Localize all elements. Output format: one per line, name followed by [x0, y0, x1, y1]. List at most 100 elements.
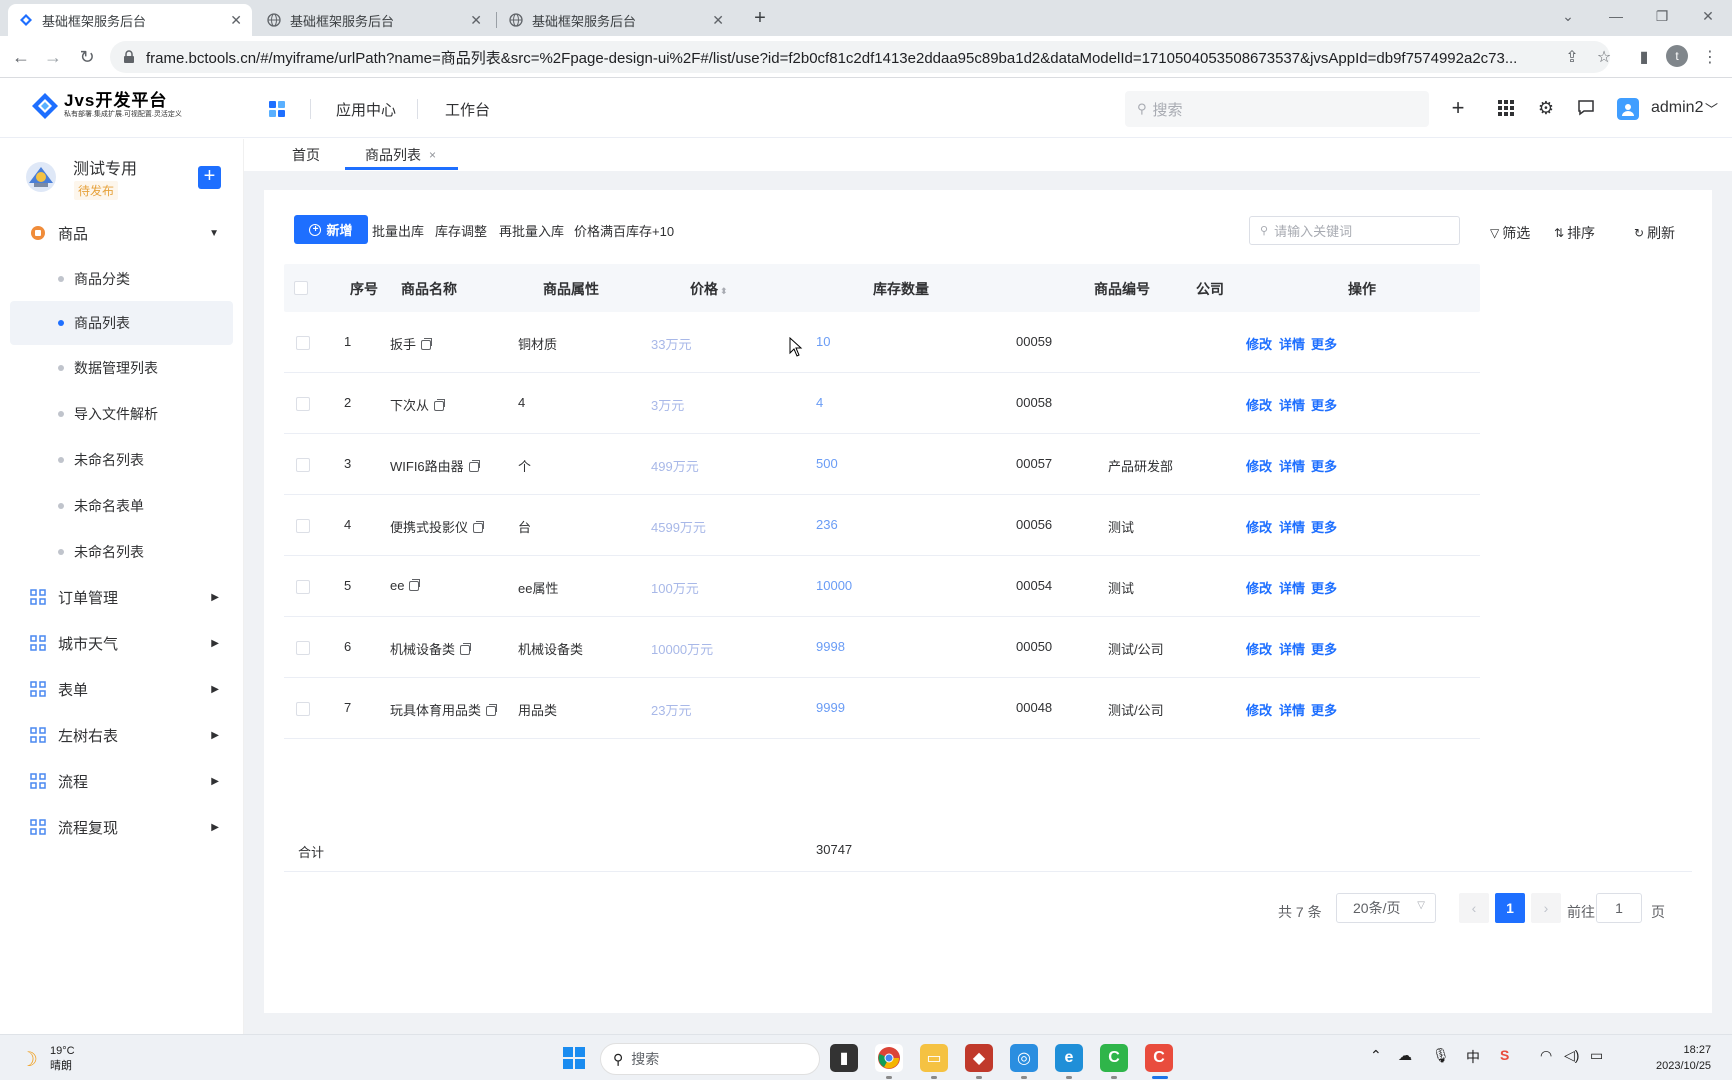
sidebar-item-unnamed-list[interactable]: 未命名列表 [10, 438, 233, 482]
app-switcher-icon[interactable] [268, 100, 286, 118]
reload-icon[interactable]: ↻ [74, 44, 100, 70]
tab-search-icon[interactable]: ⌄ [1554, 4, 1582, 28]
row-checkbox[interactable] [296, 702, 310, 716]
language-indicator[interactable]: 中 [1466, 1047, 1480, 1067]
table-row[interactable]: 3 WIFI6路由器 个 499万元 500 00057 产品研发部 修改 详情 更多 [284, 434, 1480, 495]
menu-item-process[interactable]: 流程 ▶ [10, 759, 233, 803]
windows-start-icon[interactable] [563, 1047, 585, 1069]
copy-icon[interactable] [486, 704, 498, 716]
back-icon[interactable]: ← [8, 44, 34, 70]
batch-outbound-button[interactable]: 批量出库 [372, 221, 424, 240]
header-search-input[interactable]: ⚲ 搜索 [1125, 91, 1429, 127]
page-size-select[interactable]: 20条/页 ▽ [1336, 893, 1436, 923]
row-checkbox[interactable] [296, 580, 310, 594]
table-row[interactable]: 6 机械设备类 机械设备类 10000万元 9998 00050 测试/公司 修改 详情 更多 [284, 617, 1480, 678]
edit-link[interactable]: 修改 [1246, 334, 1272, 353]
copy-icon[interactable] [434, 399, 446, 411]
copy-icon[interactable] [468, 460, 480, 472]
chevron-down-icon[interactable]: ﹀ [1705, 99, 1718, 118]
refresh-button[interactable]: ↻ 刷新 [1634, 223, 1675, 243]
file-explorer-icon[interactable]: ▭ [920, 1044, 948, 1072]
detail-link[interactable]: 详情 [1279, 700, 1305, 719]
tab-goods-list[interactable]: 商品列表 × [365, 145, 436, 165]
tab-home[interactable]: 首页 [292, 145, 320, 165]
weather-widget[interactable]: ☽ 19°C 晴朗 [20, 1044, 75, 1074]
browser-tab-2[interactable]: 基础框架服务后台 ✕ [256, 4, 492, 36]
microphone-icon[interactable]: 🎙 [1432, 1047, 1450, 1064]
table-row[interactable]: 7 玩具体育用品类 用品类 23万元 9999 00048 测试/公司 修改 详情 更多 [284, 678, 1480, 739]
edit-link[interactable]: 修改 [1246, 395, 1272, 414]
message-icon[interactable] [1574, 96, 1598, 120]
menu-item-process-replay[interactable]: 流程复现 ▶ [10, 805, 233, 849]
restore-icon[interactable]: ❐ [1648, 4, 1676, 28]
sidebar-item-goods-list[interactable]: 商品列表 [10, 301, 233, 345]
app-logo[interactable]: Jvs开发平台 私有部署.集成扩展.可视配置.灵活定义 [30, 91, 182, 121]
row-checkbox[interactable] [296, 641, 310, 655]
profile-avatar[interactable]: t [1666, 45, 1688, 67]
filter-button[interactable]: ▽ 筛选 [1490, 223, 1530, 243]
close-tab-icon[interactable]: ✕ [470, 12, 482, 29]
gear-icon[interactable]: ⚙ [1534, 96, 1558, 120]
copy-icon[interactable] [460, 643, 472, 655]
edge-icon[interactable]: e [1055, 1044, 1083, 1072]
volume-icon[interactable]: ◁) [1564, 1047, 1579, 1064]
task-view-icon[interactable]: ▮ [830, 1044, 858, 1072]
nav-app-center[interactable]: 应用中心 [336, 99, 396, 120]
minimize-icon[interactable]: — [1602, 4, 1630, 28]
battery-icon[interactable]: ▭ [1590, 1047, 1603, 1064]
sidebar-item-goods-category[interactable]: 商品分类 [10, 257, 233, 301]
detail-link[interactable]: 详情 [1279, 456, 1305, 475]
more-link[interactable]: 更多 [1311, 395, 1337, 414]
more-link[interactable]: 更多 [1311, 578, 1337, 597]
page-number[interactable]: 1 [1495, 893, 1525, 923]
more-link[interactable]: 更多 [1311, 700, 1337, 719]
next-page-button[interactable]: › [1531, 893, 1561, 923]
row-checkbox[interactable] [296, 397, 310, 411]
more-link[interactable]: 更多 [1311, 456, 1337, 475]
cloud-icon[interactable]: ☁ [1398, 1047, 1412, 1064]
edit-link[interactable]: 修改 [1246, 639, 1272, 658]
more-link[interactable]: 更多 [1311, 334, 1337, 353]
add-button[interactable]: + [198, 166, 221, 189]
chevron-up-icon[interactable]: ⌃ [1370, 1047, 1382, 1064]
nav-workbench[interactable]: 工作台 [445, 99, 490, 120]
detail-link[interactable]: 详情 [1279, 517, 1305, 536]
sidebar-item-unnamed-list-2[interactable]: 未命名列表 [10, 530, 233, 574]
taskbar-search[interactable]: ⚲ 搜索 [600, 1043, 820, 1075]
menu-item-forms[interactable]: 表单 ▶ [10, 667, 233, 711]
recorder-icon[interactable]: C [1145, 1044, 1173, 1072]
menu-item-city-weather[interactable]: 城市天气 ▶ [10, 621, 233, 665]
browser-tab-3[interactable]: 基础框架服务后台 ✕ [498, 4, 734, 36]
table-row[interactable]: 1 扳手 铜材质 33万元 10 00059 修改 详情 更多 [284, 312, 1480, 373]
bookmark-star-icon[interactable]: ☆ [1592, 45, 1616, 69]
side-panel-icon[interactable]: ▮ [1632, 45, 1656, 69]
app-icon[interactable]: ◆ [965, 1044, 993, 1072]
menu-item-goods[interactable]: 商品 ▼ [10, 211, 233, 255]
chat-app-icon[interactable]: ◎ [1010, 1044, 1038, 1072]
add-icon[interactable]: + [1446, 95, 1470, 120]
close-tab-icon[interactable]: ✕ [712, 12, 724, 29]
url-input[interactable]: frame.bctools.cn/#/myiframe/urlPath?name… [110, 41, 1610, 73]
prev-page-button[interactable]: ‹ [1459, 893, 1489, 923]
copy-icon[interactable] [421, 338, 433, 350]
row-checkbox[interactable] [296, 336, 310, 350]
username[interactable]: admin2 [1651, 99, 1703, 117]
copy-icon[interactable] [473, 521, 485, 533]
sort-caret-icon[interactable]: ⬍ [720, 286, 728, 296]
table-row[interactable]: 2 下次从 4 3万元 4 00058 修改 详情 更多 [284, 373, 1480, 434]
add-button[interactable]: + 新增 [294, 215, 368, 244]
menu-item-orders[interactable]: 订单管理 ▶ [10, 575, 233, 619]
sort-button[interactable]: ⇅ 排序 [1554, 223, 1595, 243]
row-checkbox[interactable] [296, 519, 310, 533]
clock[interactable]: 18:27 2023/10/25 [1656, 1042, 1711, 1074]
sidebar-item-unnamed-form[interactable]: 未命名表单 [10, 484, 233, 528]
share-icon[interactable]: ⇪ [1560, 45, 1584, 69]
ide-icon[interactable]: C [1100, 1044, 1128, 1072]
edit-link[interactable]: 修改 [1246, 456, 1272, 475]
select-all-checkbox[interactable] [294, 281, 308, 295]
table-row[interactable]: 5 ee ee属性 100万元 10000 00054 测试 修改 详情 更多 [284, 556, 1480, 617]
more-link[interactable]: 更多 [1311, 639, 1337, 658]
goto-page-input[interactable]: 1 [1596, 893, 1642, 923]
detail-link[interactable]: 详情 [1279, 334, 1305, 353]
ime-icon[interactable]: S [1500, 1047, 1509, 1063]
